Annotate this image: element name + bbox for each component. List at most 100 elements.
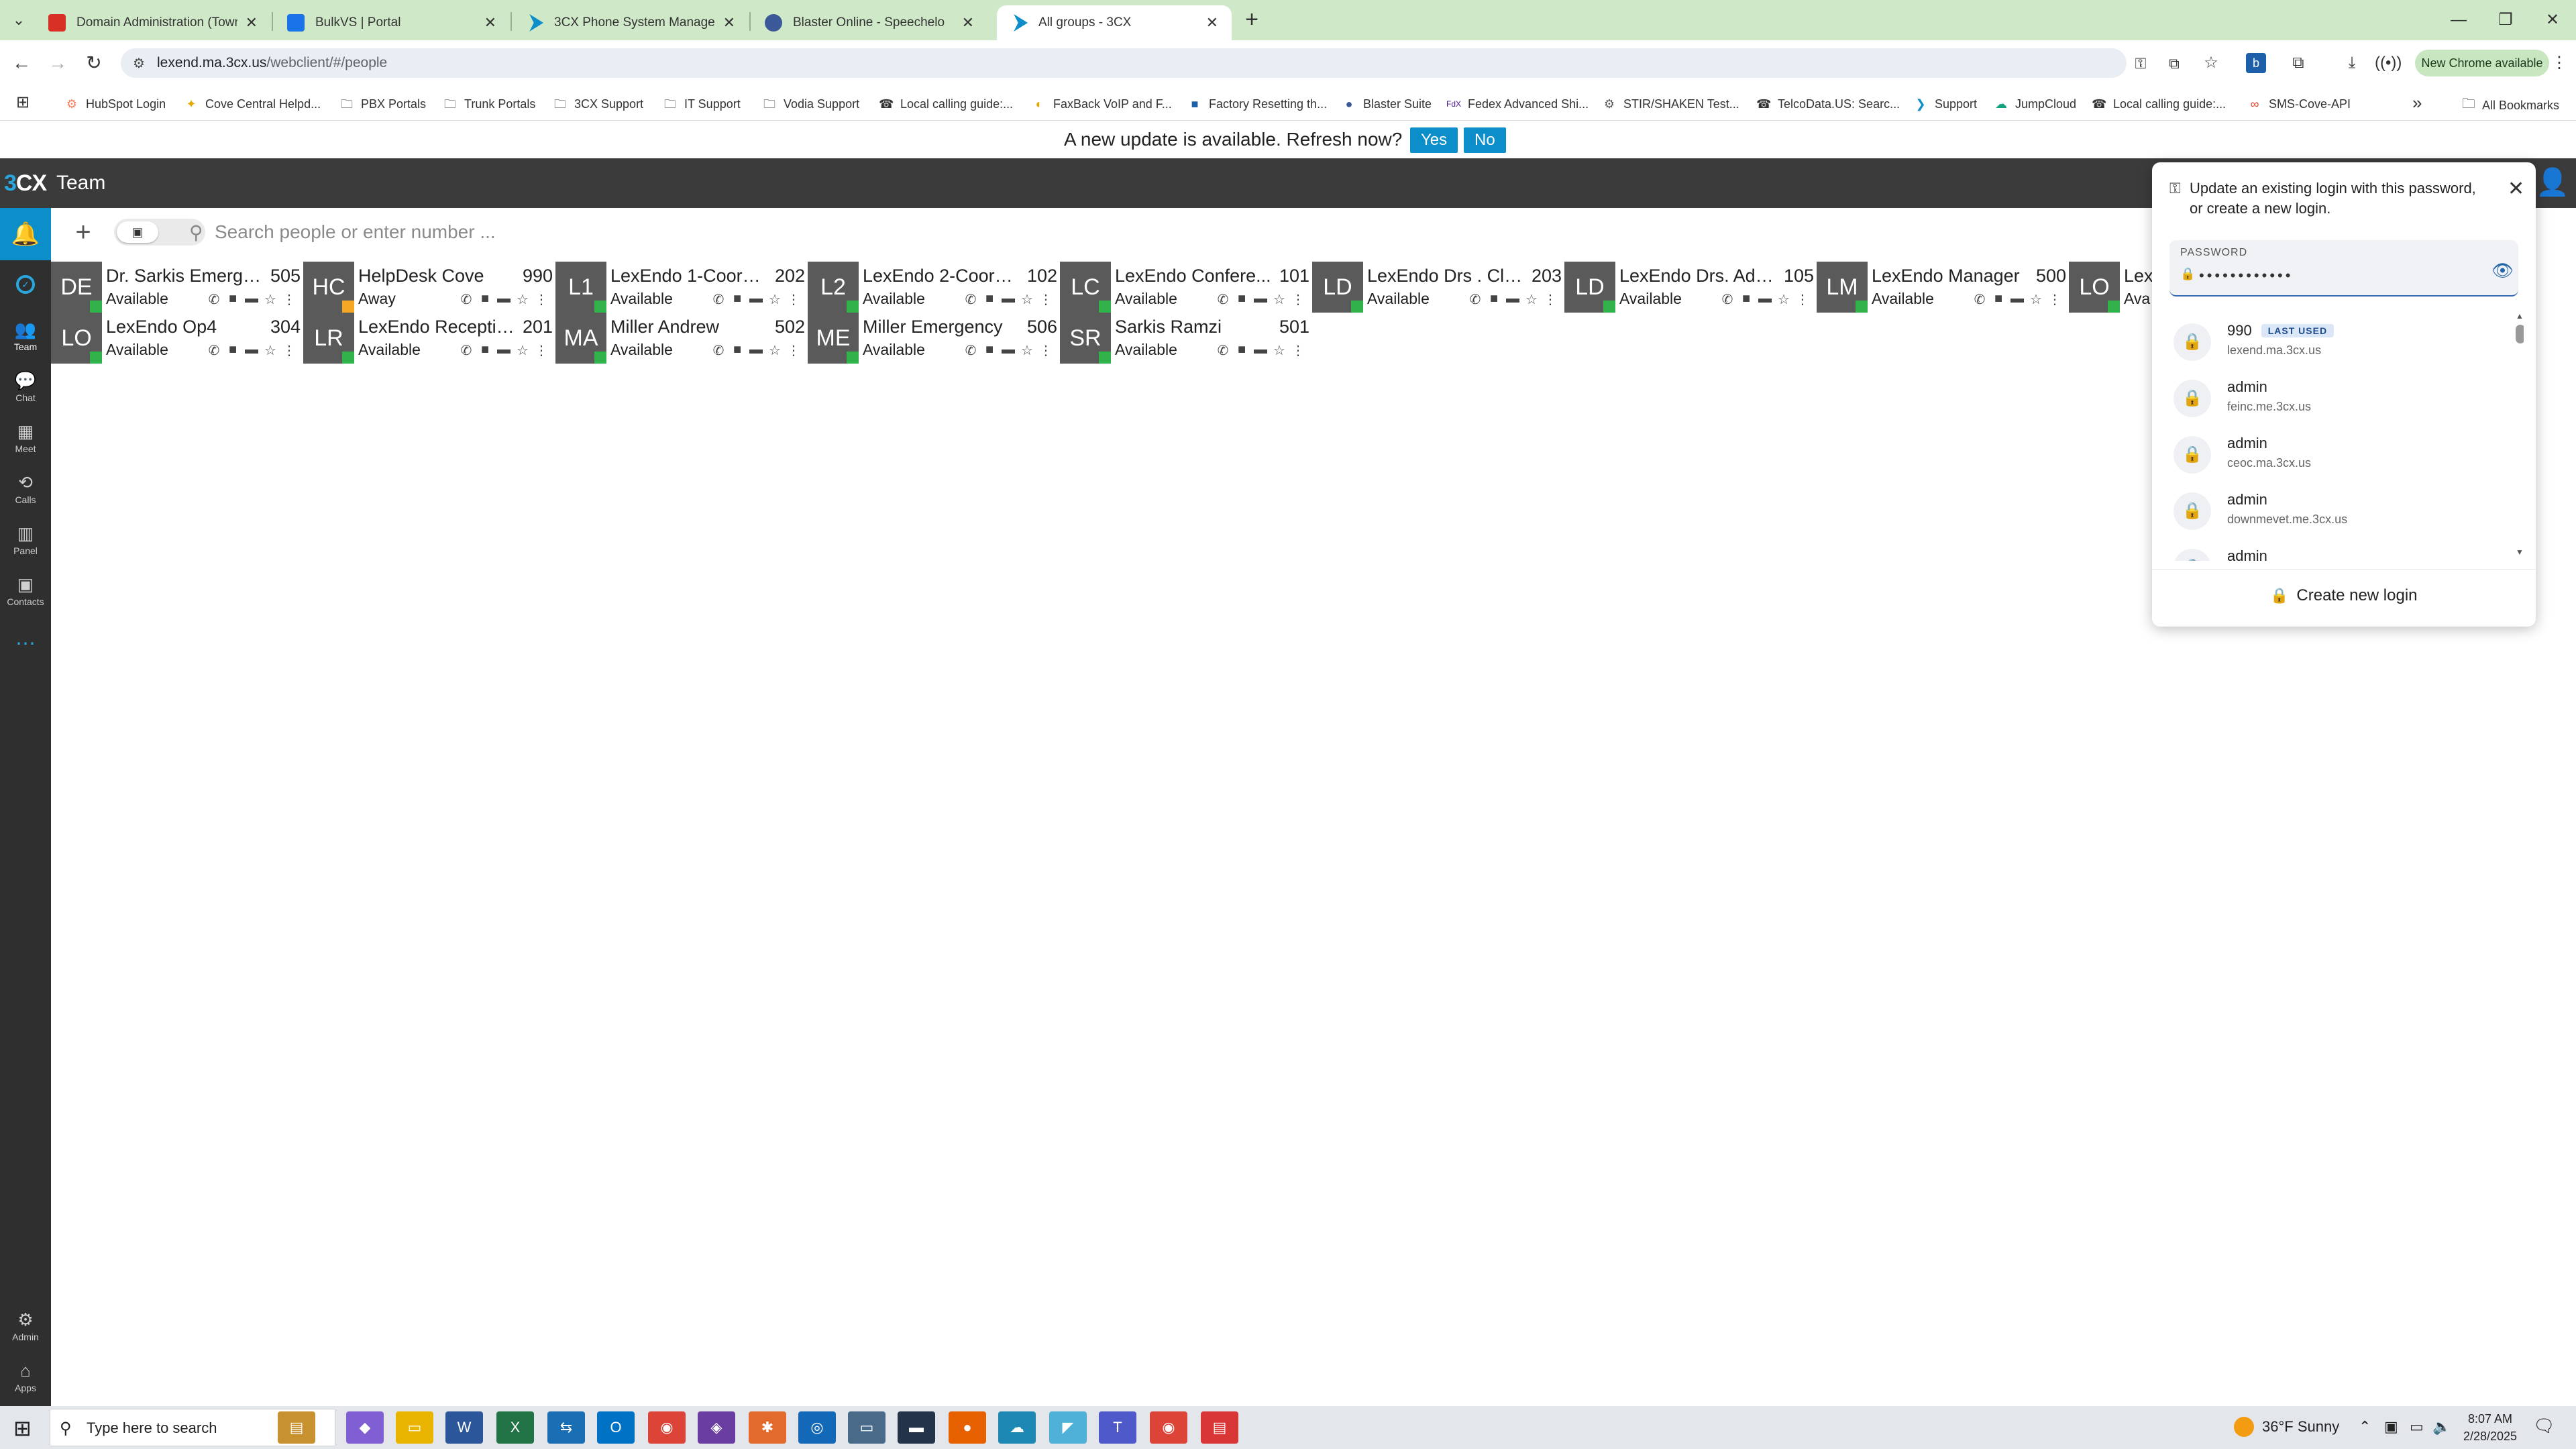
person-card[interactable]: LR LexEndo Receptio... 201 Available ✆ ■ ▬ ☆ ⋮ [303,313,555,364]
scroll-down-icon[interactable]: ▼ [2516,547,2524,557]
person-card[interactable]: LO LexEndo Op4 304 Available ✆ ■ ▬ ☆ ⋮ [51,313,303,364]
rail-item-calls[interactable]: ⟲ Calls [0,471,51,519]
chat-icon[interactable]: ▬ [244,291,259,308]
forward-arrow-icon[interactable]: → [44,50,71,76]
rail-item-contacts[interactable]: ▣ Contacts [0,573,51,621]
bookmark-factory-resetting[interactable]: ■ Factory Resetting th... [1187,94,1328,114]
bookmark-telcodata[interactable]: ☎ TelcoData.US: Searc... [1756,94,1900,114]
windows-start-icon[interactable]: ⊞ [13,1415,32,1441]
bookmark-hubspot[interactable]: ⚙ HubSpot Login [64,94,166,114]
app-icon[interactable]: ▤ [1201,1411,1238,1444]
bookmark-star-icon[interactable]: ☆ [2198,50,2224,76]
volume-icon[interactable]: 🔈 [2432,1418,2451,1436]
bookmark-local-calling-guide[interactable]: ☎ Local calling guide:... [879,94,1013,114]
chrome-active-icon[interactable]: ◉ [1150,1411,1187,1444]
favorite-star-icon[interactable]: ☆ [515,291,530,308]
browser-tab-bulkvs[interactable]: BulkVS | Portal ✕ [274,5,510,40]
video-icon[interactable]: ■ [1487,291,1501,308]
scroll-up-icon[interactable]: ▲ [2516,311,2524,321]
more-vertical-icon[interactable]: ⋮ [534,291,549,308]
bookmark-it-support[interactable]: 🗀 IT Support [663,94,741,114]
chat-icon[interactable]: ▬ [2010,291,2025,308]
more-vertical-icon[interactable]: ⋮ [1038,342,1053,359]
chat-icon[interactable]: ▬ [1253,291,1268,308]
rail-item-chat[interactable]: 💬 Chat [0,369,51,417]
call-icon[interactable]: ✆ [963,342,978,359]
call-icon[interactable]: ✆ [459,342,474,359]
favorite-star-icon[interactable]: ☆ [1272,342,1287,359]
excel-icon[interactable]: X [496,1411,534,1444]
weather-widget[interactable]: 36°F Sunny [2234,1417,2339,1437]
terminal-icon[interactable]: ▬ [898,1411,935,1444]
saved-login-item[interactable]: 🔒 admin ceoc.ma.3cx.us [2167,424,2502,480]
new-tab-button[interactable]: + [1238,7,1265,34]
teamviewer-icon[interactable]: ⇆ [547,1411,585,1444]
person-card[interactable]: HC HelpDesk Cove 990 Away ✆ ■ ▬ ☆ ⋮ [303,262,555,313]
close-icon[interactable]: ✕ [2508,177,2524,201]
all-bookmarks-folder[interactable]: 🗀 All Bookmarks [2462,94,2559,117]
teams-icon[interactable]: T [1099,1411,1136,1444]
call-icon[interactable]: ✆ [1216,342,1230,359]
app-icon[interactable]: ◤ [1049,1411,1087,1444]
favorite-star-icon[interactable]: ☆ [515,342,530,359]
bookmark-fedex[interactable]: FdX Fedex Advanced Shi... [1446,94,1589,114]
scrollbar-thumb[interactable] [2516,325,2524,343]
copilot-icon[interactable]: ◆ [346,1411,384,1444]
chat-icon[interactable]: ▬ [749,291,763,308]
browser-tab-blaster[interactable]: Blaster Online - Speechelo ✕ [751,5,987,40]
rail-item-panel[interactable]: ▥ Panel [0,522,51,570]
more-vertical-icon[interactable]: ⋮ [786,342,801,359]
install-app-icon[interactable]: ⧉ [2165,55,2183,72]
favorite-star-icon[interactable]: ☆ [263,342,278,359]
bookmark-vodia-support[interactable]: 🗀 Vodia Support [762,94,859,114]
person-card[interactable]: MA Miller Andrew 502 Available ✆ ■ ▬ ☆ ⋮ [555,313,808,364]
video-icon[interactable]: ■ [225,291,240,308]
tab-close-icon[interactable]: ✕ [723,14,735,32]
show-password-eye-icon[interactable]: 👁 [2491,260,2514,281]
user-avatar-icon[interactable]: 👤 [2536,166,2569,200]
more-vertical-icon[interactable]: ⋮ [1291,291,1305,308]
call-icon[interactable]: ✆ [1972,291,1987,308]
rail-item-apps[interactable]: ⌂ Apps [0,1359,51,1407]
video-icon[interactable]: ■ [1991,291,2006,308]
more-options-icon[interactable]: ⋯ [0,632,51,655]
apps-grid-icon[interactable]: ⊞ [16,93,30,112]
chat-icon[interactable]: ▬ [244,342,259,359]
add-contact-button[interactable]: + [68,217,98,247]
chat-icon[interactable]: ▬ [749,342,763,359]
address-bar[interactable]: ⚙ lexend.ma.3cx.us/webclient/#/people ⚿ … [121,48,2180,78]
bookmark-3cx-support[interactable]: 🗀 3CX Support [553,94,643,114]
more-vertical-icon[interactable]: ⋮ [1795,291,1810,308]
chat-icon[interactable]: ▬ [496,342,511,359]
person-card[interactable]: L2 LexEndo 2-Coordi... 102 Available ✆ ■ ▬ ☆ ⋮ [808,262,1060,313]
person-card[interactable]: LD LexEndo Drs . Clinic 203 Available ✆ ■ ▬ ☆ ⋮ [1312,262,1564,313]
restore-icon[interactable]: ❐ [2482,3,2529,38]
tray-app-icon[interactable]: ▣ [2384,1418,2398,1436]
video-icon[interactable]: ■ [1234,291,1249,308]
browser-tab-all-groups[interactable]: All groups - 3CX ✕ [997,5,1232,40]
download-icon[interactable]: ⤓ [2339,50,2365,76]
saved-login-item[interactable]: 🔒 admin feinc.me.3cx.us [2167,368,2502,424]
chat-icon[interactable]: ▬ [1505,291,1520,308]
notifications-bell-icon[interactable]: 🔔 [0,208,51,260]
browser-tab-3cx-management[interactable]: 3CX Phone System Management ✕ [513,5,749,40]
more-vertical-icon[interactable]: ⋮ [2047,291,2062,308]
favorite-star-icon[interactable]: ☆ [1020,342,1034,359]
chat-icon[interactable]: ▬ [1001,342,1016,359]
tray-chevron-icon[interactable]: ⌃ [2359,1418,2371,1436]
more-vertical-icon[interactable]: ⋮ [282,342,297,359]
call-icon[interactable]: ✆ [207,291,221,308]
call-icon[interactable]: ✆ [711,291,726,308]
tab-close-icon[interactable]: ✕ [1206,14,1218,32]
person-card[interactable]: LM LexEndo Manager 500 Available ✆ ■ ▬ ☆ ⋮ [1817,262,2069,313]
create-new-login-button[interactable]: 🔒 Create new login [2270,586,2418,605]
video-icon[interactable]: ■ [478,342,492,359]
video-icon[interactable]: ■ [982,342,997,359]
saved-login-item[interactable]: 🔒 990 LAST USED lexend.ma.3cx.us [2167,311,2502,368]
notifications-icon[interactable]: 🗨 [2533,1415,2555,1436]
minimize-icon[interactable]: — [2435,3,2482,38]
bookmark-sms-cove-api[interactable]: ∞ SMS-Cove-API [2247,94,2351,114]
favorite-star-icon[interactable]: ☆ [767,291,782,308]
saved-login-item[interactable]: 🔒 admin [2167,537,2502,561]
system-clock[interactable]: 8:07 AM 2/28/2025 [2458,1410,2522,1445]
